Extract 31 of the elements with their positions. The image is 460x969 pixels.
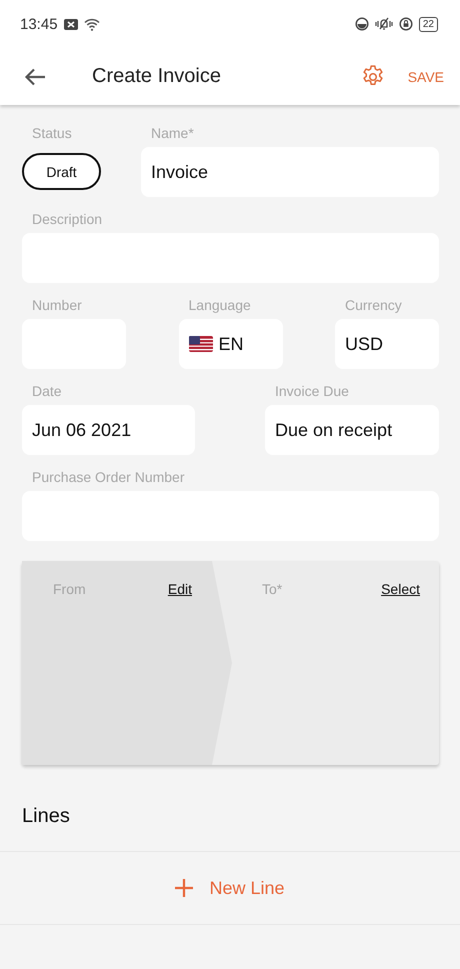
invoice-due-field[interactable]: Due on receipt — [265, 405, 439, 455]
from-label: From — [53, 581, 86, 597]
field-label: Number — [31, 297, 83, 313]
vibrate-off-icon — [374, 17, 393, 31]
flag-icon — [188, 336, 212, 352]
field-label: Currency — [344, 297, 403, 313]
field-label: Description — [31, 211, 104, 227]
field-label: Date — [31, 383, 63, 399]
wifi-icon — [84, 18, 100, 30]
currency-field[interactable]: USD — [335, 319, 439, 369]
section-title: Lines — [22, 805, 71, 829]
language-field[interactable]: EN — [178, 319, 282, 369]
status-chip[interactable]: Draft — [22, 153, 101, 190]
plus-icon — [175, 879, 194, 897]
field-label: Status — [31, 125, 73, 141]
edit-link[interactable]: Edit — [168, 581, 192, 597]
field-label: Invoice Due — [274, 383, 350, 399]
status-time: 13:45 — [20, 16, 58, 32]
screen-title: Create Invoice — [92, 65, 221, 88]
notification-icon — [64, 18, 78, 30]
back-button[interactable] — [24, 68, 46, 86]
battery-icon: 22 — [418, 16, 438, 32]
data-saver-icon — [354, 17, 369, 31]
field-label: Language — [188, 297, 252, 313]
field-label: Purchase Order Number — [31, 469, 186, 485]
lock-rotation-icon — [398, 17, 413, 31]
field-label: Name* — [150, 125, 195, 141]
to-label: To* — [262, 581, 282, 597]
select-link[interactable]: Select — [381, 581, 420, 597]
name-field[interactable]: Invoice — [141, 147, 439, 197]
date-field[interactable]: Jun 06 2021 — [22, 405, 195, 455]
